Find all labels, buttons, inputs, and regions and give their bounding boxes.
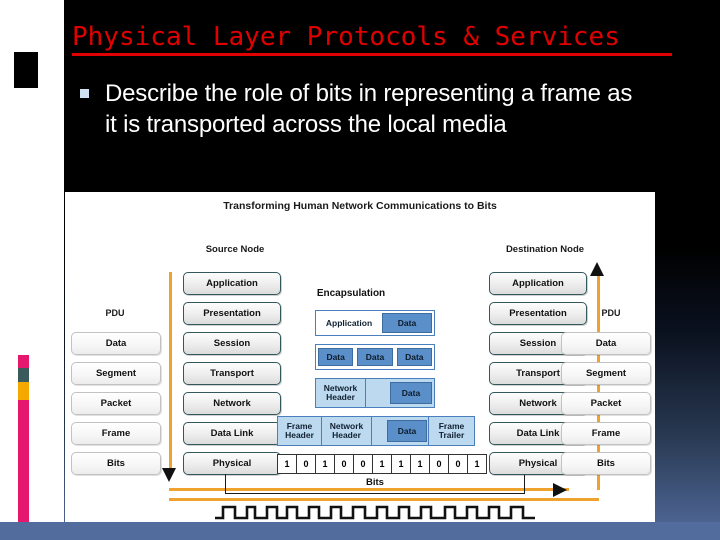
pdu-left-item: Segment	[71, 362, 161, 385]
encap-cell: Application	[325, 317, 373, 328]
bottom-blue-bar	[0, 522, 720, 540]
flow-line-source-down	[169, 272, 172, 472]
bit-cell: 0	[449, 455, 468, 473]
bit-cell: 1	[392, 455, 411, 473]
source-layer-box: Network	[183, 392, 281, 415]
bit-cell: 1	[373, 455, 392, 473]
encapsulation-row-application: Application Data	[315, 310, 435, 336]
diagram-title: Transforming Human Network Communication…	[223, 200, 497, 212]
encap-cell	[366, 379, 388, 407]
encap-cell	[372, 417, 386, 445]
flow-arrow-up	[590, 262, 604, 276]
source-layer-box: Data Link	[183, 422, 281, 445]
pdu-right-item: Data	[561, 332, 651, 355]
page-title: Physical Layer Protocols & Services	[72, 22, 672, 56]
accent-pink-bar	[18, 400, 29, 538]
destination-node-label: Destination Node	[505, 244, 585, 255]
bit-cell: 1	[316, 455, 335, 473]
bits-row: 10100111001	[277, 454, 487, 474]
signal-waveform-icon	[215, 505, 535, 520]
bit-cell: 0	[354, 455, 373, 473]
encap-cell: Data	[396, 348, 432, 366]
pdu-right-item: Frame	[561, 422, 651, 445]
source-layer-box: Application	[183, 272, 281, 295]
bit-cell: 0	[335, 455, 354, 473]
encap-cell: Network Header	[316, 379, 366, 407]
diagram-panel: Transforming Human Network Communication…	[65, 192, 655, 522]
pdu-label-left: PDU	[105, 308, 125, 318]
encap-cell: Frame Header	[278, 417, 322, 445]
destination-layer-box: Application	[489, 272, 587, 295]
accent-orange	[18, 382, 29, 400]
source-layer-box: Physical	[183, 452, 281, 475]
flow-rail-bottom	[169, 498, 599, 501]
encap-cell: Data	[382, 313, 432, 333]
slide: Physical Layer Protocols & Services Desc…	[0, 0, 720, 540]
pdu-left-item: Bits	[71, 452, 161, 475]
bit-cell: 0	[297, 455, 316, 473]
bit-cell: 1	[411, 455, 430, 473]
pdu-right-item: Bits	[561, 452, 651, 475]
flow-arrow-right	[553, 483, 567, 497]
pdu-right-item: Packet	[561, 392, 651, 415]
encap-cell: Frame Trailer	[428, 417, 474, 445]
flow-arrow-down	[162, 468, 176, 482]
encap-cell: Data	[387, 420, 427, 442]
encap-cell: Data	[318, 348, 354, 366]
encapsulation-row-packet: Network Header Data	[315, 378, 435, 408]
encapsulation-row-frame: Frame Header Network Header Data Frame T…	[277, 416, 475, 446]
bits-caption: Bits	[366, 477, 384, 488]
source-layer-box: Session	[183, 332, 281, 355]
encap-cell: Data	[357, 348, 393, 366]
pdu-right-item: Segment	[561, 362, 651, 385]
pdu-left-item: Frame	[71, 422, 161, 445]
accent-teal	[18, 368, 29, 382]
pdu-left-item: Data	[71, 332, 161, 355]
source-node-label: Source Node	[205, 244, 265, 255]
bullet-item: Describe the role of bits in representin…	[80, 78, 640, 140]
encapsulation-row-segment: Data Data Data	[315, 344, 435, 370]
accent-black-block	[14, 52, 38, 88]
source-layer-box: Presentation	[183, 302, 281, 325]
bit-cell: 1	[278, 455, 297, 473]
pdu-label-right: PDU	[601, 308, 621, 318]
square-bullet-icon	[80, 89, 89, 98]
encap-cell: Network Header	[322, 417, 372, 445]
encap-cell: Data	[390, 382, 432, 404]
bullet-text: Describe the role of bits in representin…	[105, 80, 633, 139]
accent-pink-top	[18, 355, 29, 368]
bit-cell: 1	[474, 459, 480, 469]
source-layer-box: Transport	[183, 362, 281, 385]
encapsulation-title: Encapsulation	[316, 288, 386, 299]
bit-cell: 0	[430, 455, 449, 473]
pdu-left-item: Packet	[71, 392, 161, 415]
